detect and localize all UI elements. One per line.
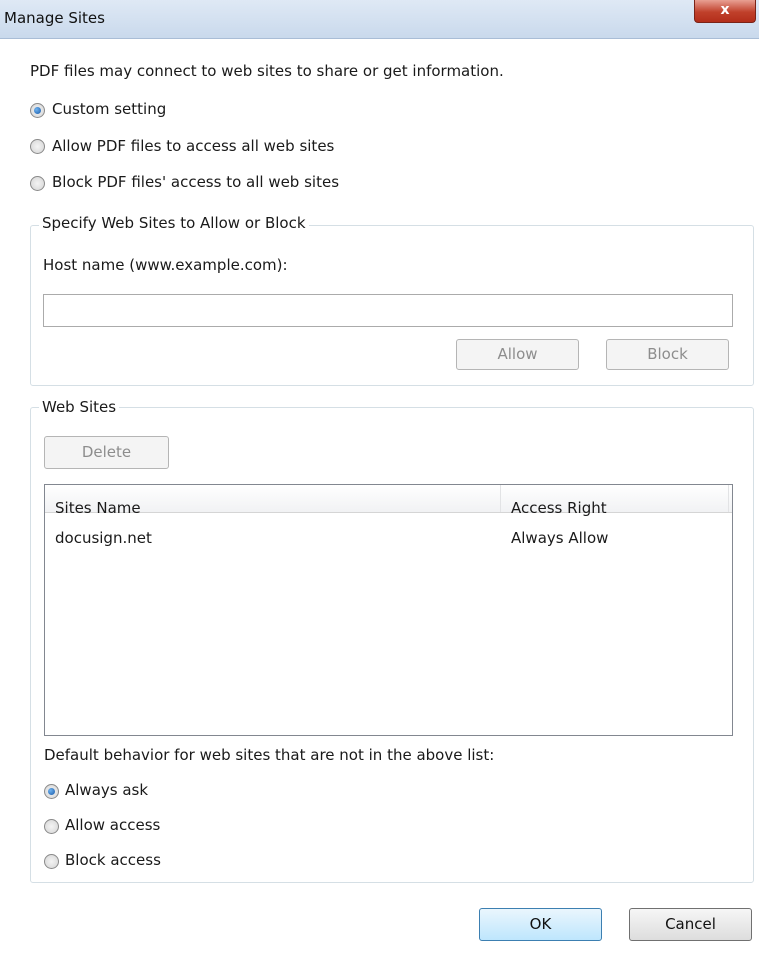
column-header-access-right[interactable]: Access Right	[511, 499, 607, 517]
radio-label[interactable]: Block PDF files' access to all web sites	[52, 173, 339, 191]
column-separator[interactable]	[728, 485, 729, 512]
host-name-input[interactable]	[43, 294, 733, 327]
radio-label[interactable]: Block access	[65, 851, 161, 869]
site-name-cell: docusign.net	[55, 529, 152, 547]
radio-indicator[interactable]	[44, 784, 59, 799]
radio-indicator[interactable]	[30, 176, 45, 191]
web-sites-legend: Web Sites	[39, 398, 120, 416]
radio-indicator[interactable]	[44, 854, 59, 869]
radio-indicator[interactable]	[30, 139, 45, 154]
access-right-cell: Always Allow	[511, 529, 609, 547]
intro-text: PDF files may connect to web sites to sh…	[30, 62, 504, 80]
list-header: Sites Name Access Right	[45, 485, 732, 517]
allow-button[interactable]: Allow	[456, 339, 579, 370]
radio-indicator[interactable]	[30, 103, 45, 118]
specify-sites-legend: Specify Web Sites to Allow or Block	[39, 214, 309, 232]
column-separator[interactable]	[500, 485, 501, 512]
sites-list[interactable]: Sites Name Access Right docusign.net Alw…	[44, 484, 733, 736]
host-name-label: Host name (www.example.com):	[43, 256, 288, 274]
block-button[interactable]: Block	[606, 339, 729, 370]
delete-button[interactable]: Delete	[44, 436, 169, 469]
cancel-button[interactable]: Cancel	[629, 908, 752, 941]
radio-label[interactable]: Always ask	[65, 781, 148, 799]
radio-label[interactable]: Custom setting	[52, 100, 166, 118]
radio-label[interactable]: Allow PDF files to access all web sites	[52, 137, 334, 155]
radio-label[interactable]: Allow access	[65, 816, 160, 834]
window-title: Manage Sites	[4, 9, 105, 27]
column-header-sites-name[interactable]: Sites Name	[55, 499, 141, 517]
title-bar: Manage Sites x	[0, 0, 759, 39]
default-behavior-label: Default behavior for web sites that are …	[44, 746, 495, 764]
radio-indicator[interactable]	[44, 819, 59, 834]
ok-button[interactable]: OK	[479, 908, 602, 941]
close-button[interactable]: x	[694, 0, 756, 23]
